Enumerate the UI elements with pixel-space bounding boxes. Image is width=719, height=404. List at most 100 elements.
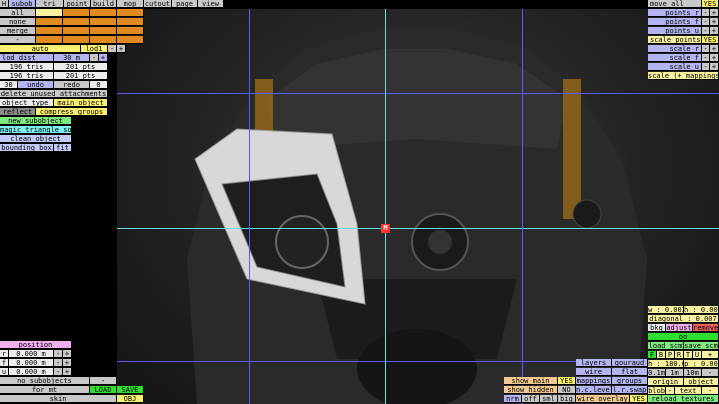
text-button[interactable]: text [675,387,702,395]
scale-r-minus[interactable]: - [702,45,710,53]
lod1-button[interactable]: lod1 [81,45,108,53]
subob-slot[interactable] [117,18,144,26]
blob-button[interactable]: blob [648,387,666,395]
save-scm-button[interactable]: save scm [684,342,719,350]
move-all-button[interactable]: move all [648,0,702,8]
subob-slot[interactable] [90,27,117,35]
menu-build[interactable]: build [91,0,117,8]
obj-button[interactable]: OBJ [117,395,144,403]
menu-mop[interactable]: mop [117,0,144,8]
scale-u-plus[interactable]: + [710,63,719,71]
view-t-button[interactable]: T [684,351,693,359]
subob-slot[interactable] [63,36,90,44]
subob-slot[interactable] [90,9,117,17]
remove-button[interactable]: remove [693,324,719,332]
show-hidden-no[interactable]: NO [558,386,576,394]
subob-slot[interactable] [36,18,63,26]
scale-f-button[interactable]: scale f [648,54,702,62]
scale-r-button[interactable]: scale r [648,45,702,53]
nc-level-button[interactable]: n.c.level [576,386,612,394]
menu-tri[interactable]: tri [36,0,64,8]
scale-points-button[interactable]: scale points [648,36,702,44]
view-b-button[interactable]: B [657,351,666,359]
select-all[interactable]: all [0,9,36,17]
mappings-button[interactable]: mappings [576,377,612,385]
scale-u-minus[interactable]: - [702,63,710,71]
position-u-value[interactable]: 0.000 m [9,368,54,376]
subobjects-dash[interactable]: - [90,377,117,385]
view-plus-button[interactable]: + [702,351,719,359]
select-none[interactable]: none [0,18,36,26]
undo-button[interactable]: undo [18,81,54,89]
points-u-button[interactable]: points u [648,27,702,35]
menu-point[interactable]: point [64,0,91,8]
points-r-button[interactable]: points r [648,9,702,17]
scale-u-button[interactable]: scale u [648,63,702,71]
subob-slot[interactable] [63,9,90,17]
position-f-value[interactable]: 0.000 m [9,359,54,367]
menu-page[interactable]: page [172,0,198,8]
scale-f-minus[interactable]: - [702,54,710,62]
subob-slot[interactable] [63,27,90,35]
reflect-button[interactable]: reflect [0,108,36,116]
position-f-plus[interactable]: + [63,359,72,367]
lod-dist-plus[interactable]: + [99,54,108,62]
lod-dist-minus[interactable]: - [90,54,99,62]
menu-cutout[interactable]: cutout [144,0,172,8]
scale-f-plus[interactable]: + [710,54,719,62]
points-f-plus[interactable]: + [710,18,719,26]
magic-triangle-sort-button[interactable]: magic triangle sort [0,126,72,134]
move-all-yes[interactable]: YES [702,0,719,8]
layers-button[interactable]: layers [576,359,612,367]
groups-button[interactable]: groups [612,377,648,385]
points-r-plus[interactable]: + [710,9,719,17]
position-r-value[interactable]: 0.000 m [9,350,54,358]
small-size-button[interactable]: sml [540,395,558,403]
position-f-minus[interactable]: - [54,359,63,367]
clean-object-button[interactable]: clean object [0,135,72,143]
bkg-button[interactable]: bkg [648,324,666,332]
step-01m-button[interactable]: 0.1m [648,369,666,377]
oo-button[interactable]: oo [648,333,719,341]
subob-slot[interactable] [36,9,63,17]
wire-button[interactable]: wire [576,368,612,376]
menu-h[interactable]: H [0,0,9,8]
delete-unused-attachments-button[interactable]: delete unused attachments [0,90,108,98]
text-dash[interactable]: - [702,387,719,395]
merge-button[interactable]: merge [0,27,36,35]
redo-button[interactable]: redo [54,81,90,89]
scale-r-plus[interactable]: + [710,45,719,53]
load-button[interactable]: LOAD [90,386,117,394]
gouraud-button[interactable]: gouraud [612,359,648,367]
points-r-minus[interactable]: - [702,9,710,17]
step-dash-button[interactable]: - [702,369,719,377]
heading-readout[interactable]: h : 180.00 [648,360,684,368]
load-scm-button[interactable]: load scm [648,342,684,350]
big-size-button[interactable]: big [558,395,576,403]
reload-textures-button[interactable]: reload textures [648,395,719,403]
origin-button[interactable]: origin [648,378,684,386]
subob-slot[interactable] [63,18,90,26]
off-size-button[interactable]: off [522,395,540,403]
menu-view[interactable]: view [198,0,224,8]
normal-size-button[interactable]: nrm [504,395,522,403]
subob-slot[interactable] [90,18,117,26]
show-main-yes[interactable]: YES [558,377,576,385]
view-f-button[interactable]: F [648,351,657,359]
points-u-minus[interactable]: - [702,27,710,35]
compress-groups-button[interactable]: compress groups [36,108,108,116]
3d-viewport[interactable]: M [117,9,719,404]
lod-dist-value[interactable]: 30 m [54,54,90,62]
lod-plus[interactable]: + [117,45,126,53]
view-p-button[interactable]: P [666,351,675,359]
adjust-button[interactable]: adjust [666,324,693,332]
show-main-button[interactable]: show main [504,377,558,385]
fit-button[interactable]: fit [54,144,72,152]
subob-slot[interactable] [117,27,144,35]
subob-slot[interactable] [36,36,63,44]
position-u-minus[interactable]: - [54,368,63,376]
save-button[interactable]: SAVE [117,386,144,394]
object-button[interactable]: object [684,378,719,386]
subob-slot[interactable] [117,9,144,17]
subob-dash[interactable]: - [0,36,36,44]
